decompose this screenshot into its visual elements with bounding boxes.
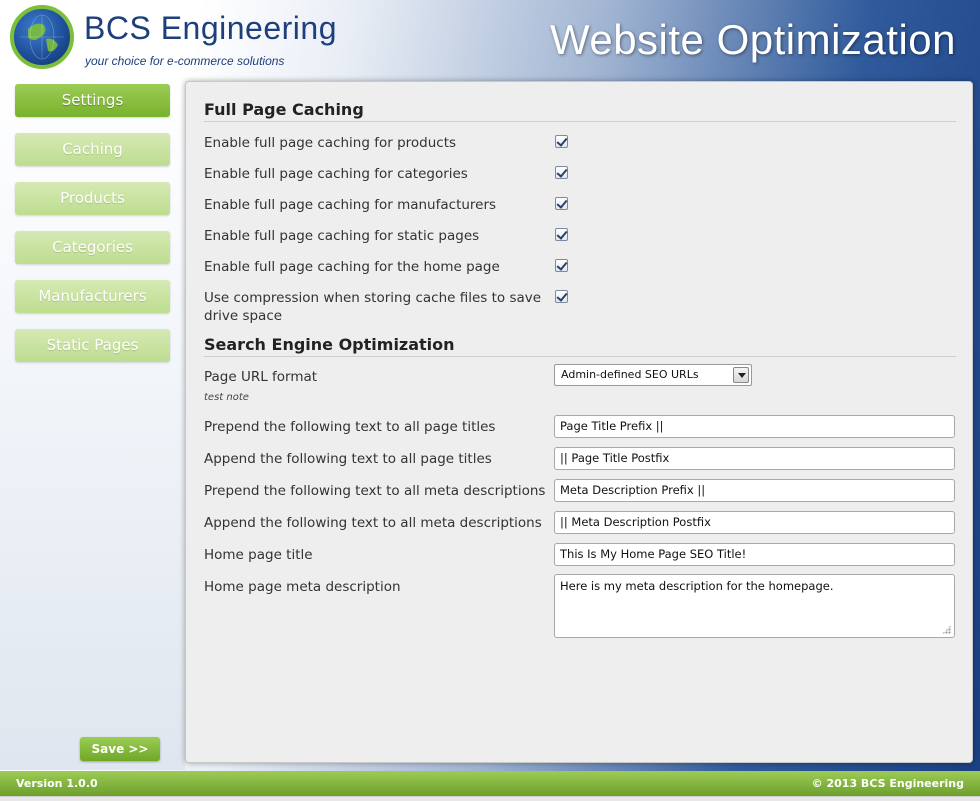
caching-option-label: Enable full page caching for manufacture… [204, 197, 497, 213]
sidebar-item-categories[interactable]: Categories [15, 231, 170, 264]
caching-option-label: Enable full page caching for products [204, 135, 457, 151]
title-prefix-input[interactable]: Page Title Prefix || [554, 415, 955, 438]
bottom-strip [0, 796, 980, 801]
home-meta-description-value: Here is my meta description for the home… [560, 579, 834, 593]
copyright-label: © 2013 BCS Engineering [811, 777, 964, 790]
seo-field-label: Home page title [204, 547, 313, 563]
seo-field-label: Prepend the following text to all page t… [204, 419, 496, 435]
seo-field-label: Append the following text to all page ti… [204, 451, 492, 467]
header: BCS Engineering your choice for e-commer… [0, 0, 980, 80]
caching-option-label: Use compression when storing cache files… [204, 290, 542, 324]
url-format-value: Admin-defined SEO URLs [561, 368, 699, 381]
compression-checkbox[interactable] [555, 290, 568, 303]
brand-tagline: your choice for e-commerce solutions [85, 54, 285, 68]
version-label: Version 1.0.0 [16, 777, 98, 790]
chevron-down-icon[interactable] [733, 367, 749, 383]
section-title-caching: Full Page Caching [204, 100, 956, 122]
home-title-input[interactable]: This Is My Home Page SEO Title! [554, 543, 955, 566]
sidebar-nav: Settings Caching Products Categories Man… [15, 84, 170, 378]
caching-categories-checkbox[interactable] [555, 166, 568, 179]
settings-panel: Full Page Caching Enable full page cachi… [185, 81, 973, 763]
caching-home-page-checkbox[interactable] [555, 259, 568, 272]
footer: Version 1.0.0 © 2013 BCS Engineering [0, 771, 980, 796]
caching-manufacturers-checkbox[interactable] [555, 197, 568, 210]
meta-prefix-input[interactable]: Meta Description Prefix || [554, 479, 955, 502]
sidebar-item-settings[interactable]: Settings [15, 84, 170, 117]
sidebar-item-static-pages[interactable]: Static Pages [15, 329, 170, 362]
sidebar-item-caching[interactable]: Caching [15, 133, 170, 166]
caching-static-pages-checkbox[interactable] [555, 228, 568, 241]
sidebar-item-manufacturers[interactable]: Manufacturers [15, 280, 170, 313]
meta-description-label: Home page meta description [204, 579, 401, 595]
caching-products-checkbox[interactable] [555, 135, 568, 148]
section-title-seo: Search Engine Optimization [204, 335, 956, 357]
meta-postfix-input[interactable]: || Meta Description Postfix [554, 511, 955, 534]
url-format-select[interactable]: Admin-defined SEO URLs [554, 364, 752, 386]
title-postfix-input[interactable]: || Page Title Postfix [554, 447, 955, 470]
caching-option-label: Enable full page caching for the home pa… [204, 259, 500, 275]
url-format-note: test note [204, 392, 249, 403]
brand-name: BCS Engineering [84, 10, 337, 46]
page-title: Website Optimization [549, 16, 956, 63]
seo-field-label: Append the following text to all meta de… [204, 515, 542, 531]
seo-field-label: Prepend the following text to all meta d… [204, 483, 546, 499]
sidebar-item-products[interactable]: Products [15, 182, 170, 215]
caching-option-label: Enable full page caching for static page… [204, 228, 480, 244]
resize-grip-icon[interactable] [942, 625, 951, 634]
save-button[interactable]: Save >> [80, 737, 160, 761]
url-format-label: Page URL format [204, 369, 318, 385]
globe-logo-icon [10, 5, 74, 69]
home-meta-description-textarea[interactable]: Here is my meta description for the home… [554, 574, 955, 638]
caching-option-label: Enable full page caching for categories [204, 166, 468, 182]
